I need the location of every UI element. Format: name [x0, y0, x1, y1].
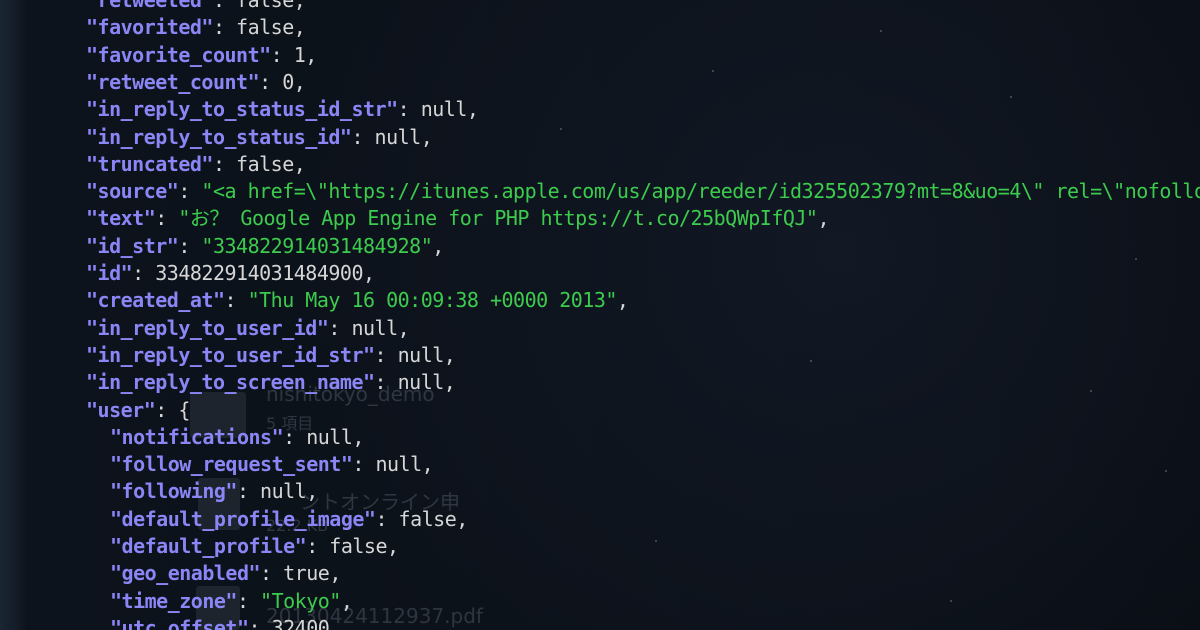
json-value: 334822914031484900: [155, 261, 364, 285]
json-key: "in_reply_to_screen_name": [86, 370, 375, 395]
json-key: "follow_request_sent": [110, 452, 353, 477]
json-line-geo-enabled: "geo_enabled": true,: [110, 561, 341, 586]
json-value: null: [374, 124, 422, 149]
json-line-in-reply-to-status-id: "in_reply_to_status_id": null,: [86, 124, 433, 149]
json-line-in-reply-to-user-id: "in_reply_to_user_id": null,: [86, 315, 410, 340]
json-line-created-at: "created_at": "Thu May 16 00:09:38 +0000…: [86, 288, 629, 313]
json-line-in-reply-to-status-id-str: "in_reply_to_status_id_str": null,: [86, 97, 479, 122]
json-key: "in_reply_to_status_id": [86, 124, 352, 149]
json-line-retweet-count: "retweet_count": 0,: [86, 69, 306, 94]
json-line-default-profile: "default_profile": false,: [110, 534, 399, 558]
json-value: true: [283, 561, 330, 586]
json-line-truncated: "truncated": false,: [86, 151, 306, 176]
json-key: "favorited": [86, 15, 213, 40]
json-line-favorite-count: "favorite_count": 1,: [86, 42, 317, 67]
json-value: "<a href=\"https://itunes.apple.com/us/a…: [201, 179, 1200, 204]
json-value: null: [397, 342, 445, 367]
json-key: "created_at": [86, 288, 225, 313]
json-line-time-zone: "time_zone": "Tokyo",: [110, 588, 353, 613]
json-key: "text": [86, 206, 156, 231]
json-value: "Thu May 16 00:09:38 +0000 2013": [247, 288, 618, 313]
json-key: "utc_offset": [110, 615, 249, 630]
json-value: "お？ Google App Engine for PHP https://t.…: [178, 206, 818, 231]
json-value: false: [236, 0, 294, 12]
json-key: "user": [86, 397, 156, 422]
json-line-source: "source": "<a href=\"https://itunes.appl…: [86, 178, 1200, 205]
terminal-window[interactable]: nishitokyo_demo 5 項目 ントオンライン申 22.2 KB 20…: [0, 0, 1200, 630]
json-line-favorited: "favorited": false,: [86, 15, 306, 40]
json-line-retweeted: "retweeted": false,: [86, 0, 306, 14]
json-line-text: "text": "お？ Google App Engine for PHP ht…: [86, 206, 830, 231]
json-key: "geo_enabled": [110, 561, 261, 586]
json-key: "default_profile": [110, 534, 307, 558]
json-line-id-str: "id_str": "334822914031484928",: [86, 233, 444, 258]
json-value: null: [260, 479, 307, 504]
json-value: false: [398, 506, 457, 531]
json-line-following: "following": null,: [110, 479, 318, 504]
json-value: {: [178, 397, 190, 422]
json-line-id: "id": 334822914031484900,: [86, 261, 375, 285]
json-value: 1: [293, 42, 306, 67]
json-value: 32400: [271, 615, 330, 630]
json-value: 0: [282, 69, 294, 94]
json-value: false: [236, 15, 294, 40]
json-key: "id_str": [86, 233, 179, 258]
json-key: "notifications": [110, 424, 284, 449]
json-line-user: "user": {: [86, 397, 190, 422]
json-key: "in_reply_to_status_id_str": [86, 97, 398, 122]
json-key: "following": [110, 479, 237, 504]
json-value: null: [306, 424, 353, 449]
json-line-notifications: "notifications": null,: [110, 424, 364, 449]
json-key: "source": [86, 179, 179, 204]
json-value: null: [351, 315, 398, 340]
json-line-utc-offset: "utc_offset": 32400,: [110, 615, 341, 630]
json-line-follow-request-sent: "follow_request_sent": null,: [110, 452, 434, 477]
json-key: "truncated": [86, 151, 213, 176]
json-line-in-reply-to-user-id-str: "in_reply_to_user_id_str": null,: [86, 342, 456, 367]
json-line-default-profile-image: "default_profile_image": false,: [110, 506, 468, 531]
json-key: "in_reply_to_user_id": [86, 315, 329, 340]
json-value: false: [236, 151, 294, 176]
json-value: false: [329, 534, 388, 558]
json-key: "in_reply_to_user_id_str": [86, 342, 375, 367]
json-value: null: [397, 370, 445, 395]
json-line-in-reply-to-screen-name: "in_reply_to_screen_name": null,: [86, 370, 456, 395]
json-key: "default_profile_image": [110, 506, 376, 531]
json-value: null: [420, 97, 468, 122]
json-key: "id": [86, 261, 133, 285]
json-key: "retweet_count": [86, 69, 260, 94]
json-key: "time_zone": [110, 588, 237, 613]
json-value: null: [375, 452, 422, 477]
json-key: "favorite_count": [86, 42, 271, 67]
json-value: "Tokyo": [260, 588, 341, 613]
json-output[interactable]: "retweeted": false, "favorited": false, "f…: [0, 0, 1200, 630]
json-value: "334822914031484928": [201, 233, 433, 258]
json-key: "retweeted": [86, 0, 213, 12]
